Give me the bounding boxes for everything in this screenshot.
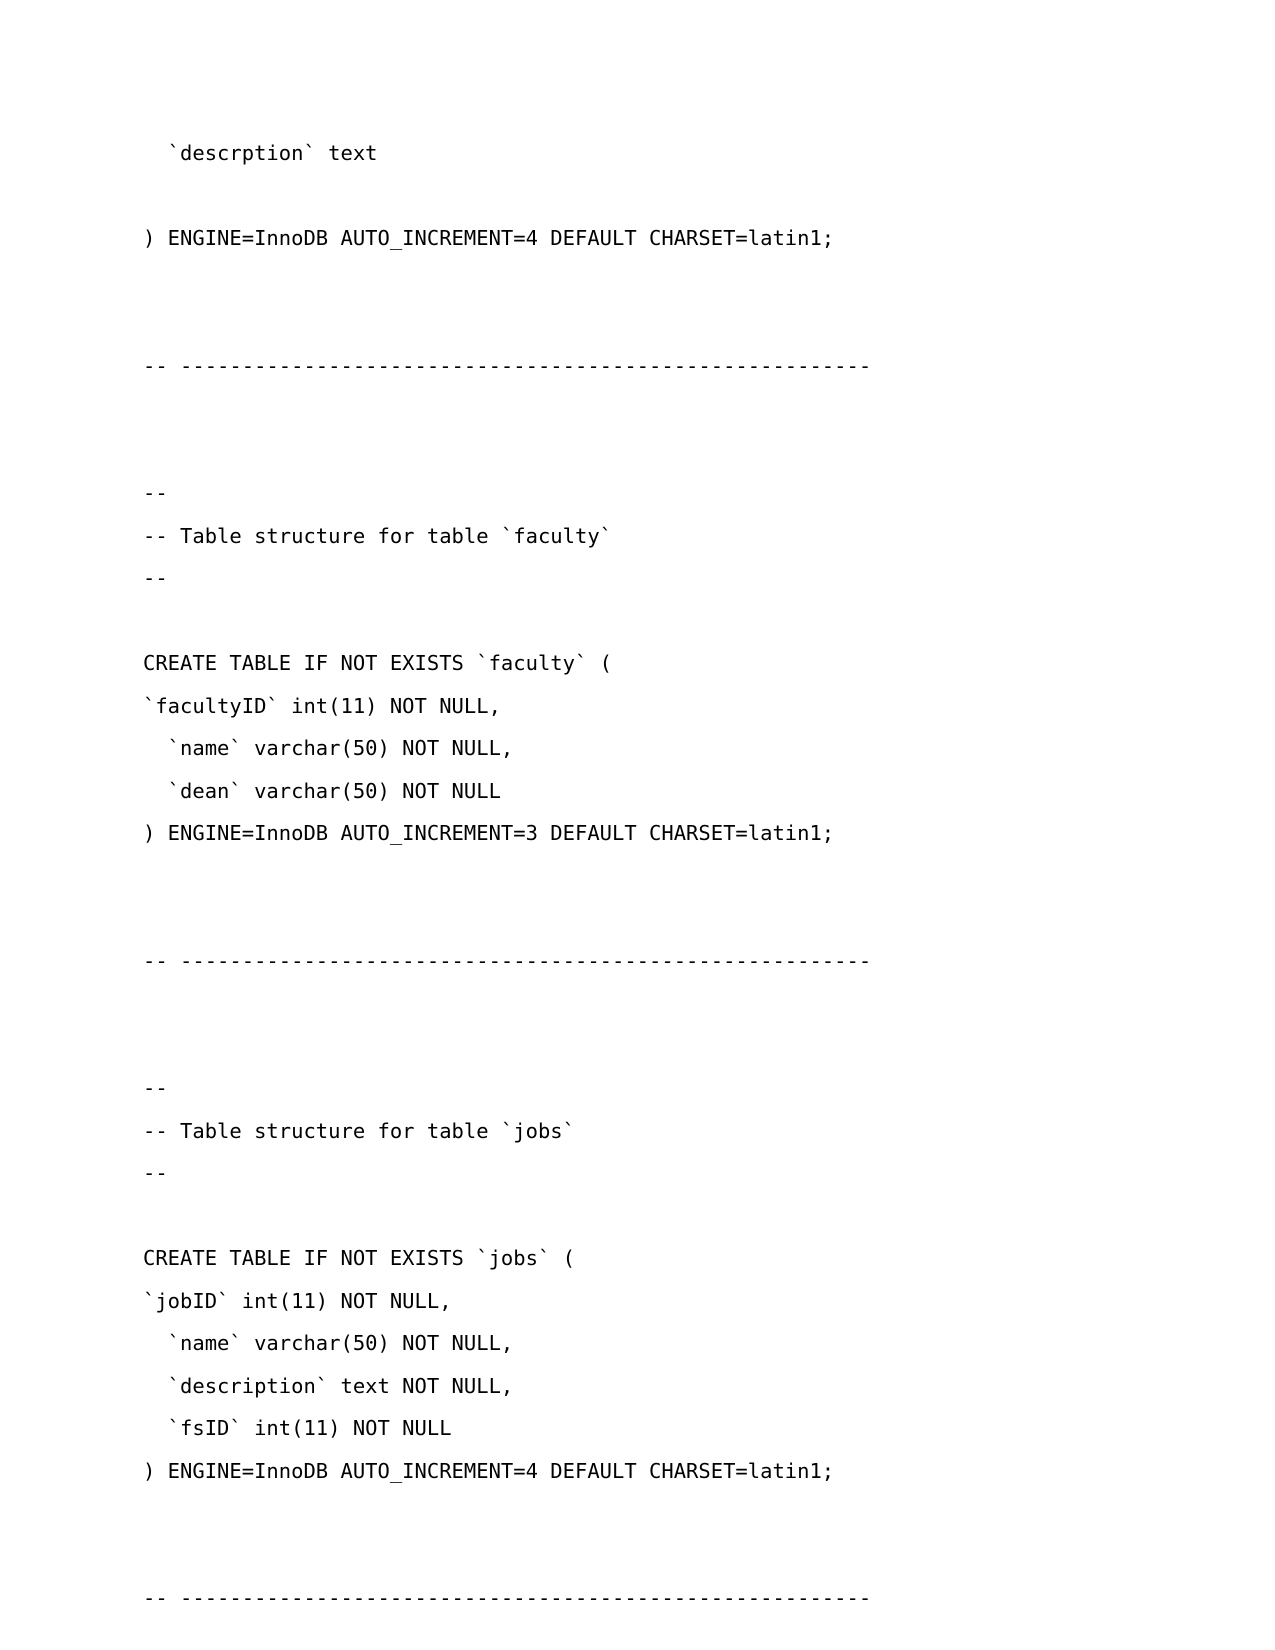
sql-code-line: ) ENGINE=InnoDB AUTO_INCREMENT=4 DEFAULT…	[143, 226, 835, 250]
sql-code-line: ) ENGINE=InnoDB AUTO_INCREMENT=4 DEFAULT…	[143, 1458, 835, 1483]
sql-listing: `descrption` text ) ENGINE=InnoDB AUTO_IN…	[143, 132, 1143, 1620]
comment-separator-line: -- -------------------------------------…	[143, 1586, 872, 1610]
sql-code-line: `description` text NOT NULL,	[143, 1373, 514, 1398]
sql-code-line: --	[143, 1076, 168, 1100]
sql-code-line: `facultyID` int(11) NOT NULL,	[143, 693, 501, 718]
sql-code-line: ) ENGINE=InnoDB AUTO_INCREMENT=3 DEFAULT…	[143, 821, 835, 845]
sql-code-line: `descrption` text	[143, 141, 378, 165]
sql-code-line: --	[143, 481, 168, 505]
sql-code-line: CREATE TABLE IF NOT EXISTS `faculty` (	[143, 651, 612, 675]
sql-code-line: `jobID` int(11) NOT NULL,	[143, 1288, 452, 1313]
comment-separator-line: -- -------------------------------------…	[143, 948, 872, 973]
sql-code-line: -- Table structure for table `jobs`	[143, 1118, 575, 1143]
sql-code-line: `fsID` int(11) NOT NULL	[143, 1416, 452, 1440]
sql-code-line: `dean` varchar(50) NOT NULL	[143, 778, 501, 803]
sql-code-line: CREATE TABLE IF NOT EXISTS `jobs` (	[143, 1246, 575, 1270]
sql-code-line: --	[143, 566, 168, 590]
comment-separator-line: -- -------------------------------------…	[143, 353, 872, 378]
document-page: `descrption` text ) ENGINE=InnoDB AUTO_IN…	[0, 0, 1275, 1650]
sql-code-line: -- Table structure for table `faculty`	[143, 523, 612, 548]
sql-code-line: `name` varchar(50) NOT NULL,	[143, 1331, 514, 1355]
sql-code-line: --	[143, 1161, 168, 1185]
sql-code-line: `name` varchar(50) NOT NULL,	[143, 736, 514, 760]
